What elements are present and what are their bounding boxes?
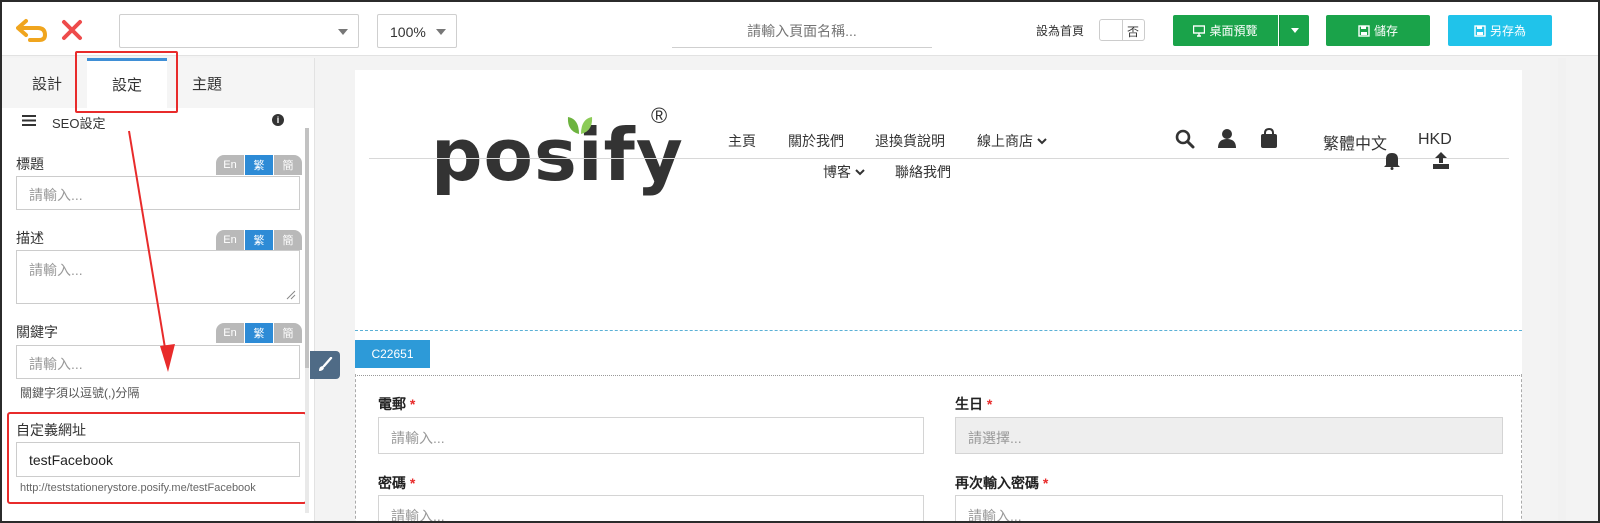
section-divider — [355, 330, 1522, 331]
nav-divider — [369, 158, 1509, 159]
lang-traditional[interactable]: 繁 — [245, 155, 273, 175]
style-brush-button[interactable] — [310, 351, 340, 379]
lang-en[interactable]: En — [216, 230, 244, 250]
save-button[interactable]: 儲存 — [1326, 15, 1430, 46]
desktop-preview-button[interactable]: 桌面預覽 — [1173, 15, 1278, 46]
email-field[interactable]: 請輸入... — [378, 417, 924, 454]
lang-en[interactable]: En — [216, 323, 244, 343]
lang-en[interactable]: En — [216, 155, 244, 175]
nav-shop[interactable]: 線上商店 — [977, 131, 1047, 151]
undo-icon[interactable] — [16, 17, 48, 43]
bell-icon[interactable] — [1382, 150, 1402, 170]
confirm-password-field[interactable]: 請輸入... — [955, 495, 1503, 521]
settings-tab-highlight — [75, 51, 178, 113]
top-toolbar: 100% 設為首頁 否 桌面預覽 儲存 另存為 — [2, 2, 1598, 56]
info-icon[interactable]: i — [272, 114, 284, 126]
registered-mark: ® — [651, 103, 668, 128]
birthday-picker[interactable]: 請選擇... — [955, 417, 1503, 454]
save-as-button[interactable]: 另存為 — [1448, 15, 1552, 46]
title-input[interactable]: 請輸入... — [16, 176, 300, 210]
lang-traditional[interactable]: 繁 — [245, 230, 273, 250]
menu-icon — [22, 115, 36, 126]
password-field[interactable]: 請輸入... — [378, 495, 924, 521]
section-id-tag[interactable]: C22651 — [355, 340, 430, 368]
brush-icon — [319, 357, 333, 371]
email-label: 電郵 * — [378, 396, 416, 412]
close-icon[interactable] — [60, 18, 84, 42]
seo-section-title: SEO設定 — [52, 116, 106, 131]
title-lang-switch: En 繁 簡 — [216, 155, 303, 175]
nav-blog[interactable]: 博客 — [823, 162, 865, 182]
leaf-icon — [567, 117, 593, 134]
toggle-value: 否 — [1126, 25, 1139, 39]
preview-label: 桌面預覽 — [1209, 24, 1258, 38]
floppy-icon — [1474, 24, 1486, 37]
nav-returns[interactable]: 退換貨說明 — [875, 131, 945, 151]
chevron-down-icon — [1037, 138, 1047, 145]
set-home-toggle[interactable]: 否 — [1099, 19, 1145, 41]
language-selector[interactable]: 繁體中文 — [1323, 130, 1387, 154]
nav-contact[interactable]: 聯絡我們 — [895, 162, 951, 182]
description-lang-switch: En 繁 簡 — [216, 230, 303, 250]
keywords-hint: 關鍵字須以逗號(,)分隔 — [20, 386, 140, 400]
keywords-lang-switch: En 繁 簡 — [216, 323, 303, 343]
preview-dropdown-button[interactable] — [1279, 15, 1309, 46]
caret-down-icon — [1290, 28, 1299, 33]
lang-simplified[interactable]: 簡 — [274, 323, 302, 343]
chevron-down-icon — [855, 169, 865, 176]
chevron-down-icon — [338, 29, 348, 35]
page-name-input[interactable] — [672, 14, 932, 48]
title-label: 標題 — [16, 156, 44, 172]
register-form: 電郵 * 請輸入... 生日 * 請選擇... 密碼 * 請輸入... 再次輸入… — [355, 374, 1522, 521]
page-scrollbar[interactable] — [1558, 58, 1566, 521]
nav-home[interactable]: 主頁 — [728, 131, 756, 151]
upload-icon[interactable] — [1431, 150, 1451, 170]
keywords-input[interactable]: 請輸入... — [16, 345, 300, 379]
lang-simplified[interactable]: 簡 — [274, 230, 302, 250]
chevron-down-icon — [436, 29, 446, 35]
password-label: 密碼 * — [378, 475, 416, 491]
settings-panel: 設計 設定 主題 SEO設定 i 標題 En 繁 簡 請輸入... 描述 En … — [2, 58, 315, 521]
keywords-label: 關鍵字 — [16, 324, 58, 340]
save-as-label: 另存為 — [1489, 24, 1526, 38]
seo-section-header[interactable]: SEO設定 i — [2, 110, 302, 134]
description-textarea[interactable]: 請輸入... — [16, 250, 300, 304]
floppy-icon — [1358, 24, 1370, 37]
description-label: 描述 — [16, 230, 44, 246]
tab-theme[interactable]: 主題 — [167, 58, 247, 108]
custom-url-input[interactable]: testFacebook — [16, 442, 300, 477]
app-window: 100% 設為首頁 否 桌面預覽 儲存 另存為 設計 設定 主題 — [0, 0, 1600, 523]
shopping-bag-icon[interactable] — [1259, 128, 1279, 148]
search-icon[interactable] — [1175, 129, 1195, 149]
zoom-value: 100% — [390, 24, 426, 40]
page-select[interactable] — [119, 14, 359, 48]
save-label: 儲存 — [1373, 24, 1398, 38]
nav-about[interactable]: 關於我們 — [788, 131, 844, 151]
lang-simplified[interactable]: 簡 — [274, 155, 302, 175]
resize-handle-icon[interactable] — [286, 290, 296, 300]
custom-url-hint: http://teststationerystore.posify.me/tes… — [20, 482, 256, 494]
zoom-select[interactable]: 100% — [377, 14, 457, 48]
panel-scrollbar[interactable] — [305, 128, 309, 368]
set-home-label: 設為首頁 — [1036, 24, 1085, 38]
lang-traditional[interactable]: 繁 — [245, 323, 273, 343]
toggle-knob — [1100, 20, 1123, 40]
logo-text: posify — [431, 113, 684, 197]
user-icon[interactable] — [1217, 128, 1237, 148]
confirm-password-label: 再次輸入密碼 * — [955, 475, 1049, 491]
monitor-icon — [1193, 24, 1206, 37]
birthday-label: 生日 * — [955, 396, 993, 412]
currency-selector[interactable]: HKD — [1418, 131, 1452, 149]
custom-url-label: 自定義網址 — [16, 422, 86, 438]
page-preview-canvas: posify ® 主頁 關於我們 退換貨說明 線上商店 博客 聯絡我們 繁體中文… — [355, 70, 1522, 521]
